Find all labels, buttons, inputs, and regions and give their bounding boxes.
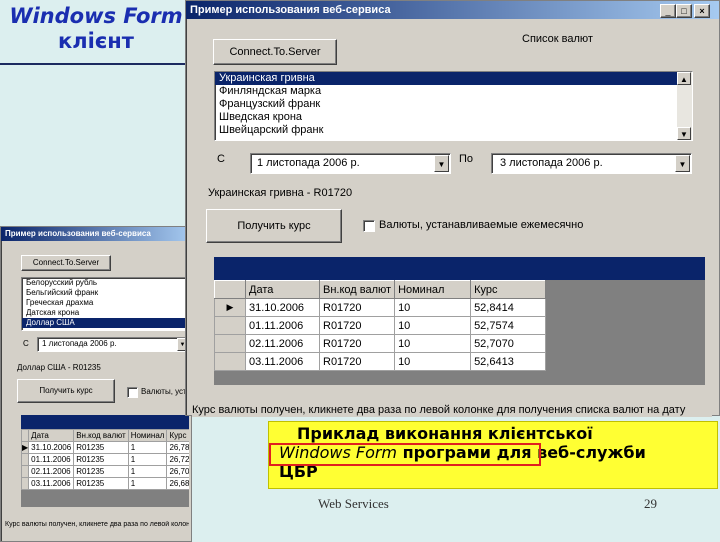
table-row[interactable]: 02.11.2006 R01720 10 52,7070 (214, 334, 547, 353)
list-item[interactable]: Белорусский рубль (22, 278, 190, 288)
back-grid-caption-bar (21, 415, 189, 429)
list-item[interactable]: Бельгийский франк (22, 288, 190, 298)
slide-title-line1: Windows Form (9, 4, 183, 28)
slide-page-number: 29 (644, 496, 657, 511)
slide-title-line2: клієнт (58, 29, 134, 53)
list-item[interactable]: Шведская крона (215, 111, 692, 124)
chevron-down-icon[interactable]: ▼ (675, 155, 690, 172)
get-rate-button[interactable]: Получить курс (206, 209, 342, 243)
monthly-currencies-label: Валюты, устанавливаемые ежемесячно (379, 219, 584, 231)
main-window-titlebar: Пример использования веб-сервиса (186, 1, 719, 19)
table-row[interactable]: 01.11.2006 R01235 1 26,7285 (21, 453, 189, 466)
title-divider (0, 63, 190, 65)
maximize-icon[interactable]: □ (676, 4, 692, 18)
back-connect-button[interactable]: Connect.To.Server (21, 255, 111, 271)
to-date-picker[interactable]: 3 листопада 2006 р. ▼ (491, 153, 692, 174)
caption-highlight-box (269, 443, 541, 466)
table-row[interactable]: ▶ 31.10.2006 R01720 10 52,8414 (214, 298, 547, 317)
chevron-down-icon[interactable]: ▼ (434, 155, 449, 172)
list-item[interactable]: Финляндская марка (215, 85, 692, 98)
main-window-title: Пример использования веб-сервиса (190, 4, 391, 16)
scroll-down-icon[interactable]: ▼ (677, 127, 691, 140)
column-header-code[interactable]: Вн.код валют (318, 280, 396, 299)
column-header-nominal[interactable]: Номинал (394, 280, 472, 299)
back-selected-info: Доллар США - R01235 (17, 363, 101, 372)
row-pointer-icon[interactable]: ▶ (21, 441, 30, 454)
scroll-up-icon[interactable]: ▲ (677, 72, 691, 85)
connect-to-server-button[interactable]: Connect.To.Server (213, 39, 337, 65)
column-header-date[interactable]: Дата (245, 280, 320, 299)
table-row[interactable]: ▶ 31.10.2006 R01235 1 26,7811 (21, 441, 189, 454)
grid-caption-bar (214, 257, 705, 280)
currency-list[interactable]: Украинская гривна Финляндская марка Фран… (214, 71, 693, 141)
list-item-selected[interactable]: Доллар США (22, 318, 190, 328)
column-header[interactable]: Вн.код валют (73, 429, 129, 442)
list-item[interactable]: Швейцарский франк (215, 124, 692, 137)
table-row[interactable]: 01.11.2006 R01720 10 52,7574 (214, 316, 547, 335)
column-header[interactable]: Курс (166, 429, 189, 442)
currency-list-scrollbar[interactable]: ▲ ▼ (677, 72, 692, 140)
back-monthly-checkbox-label: Валюты, уста (141, 387, 192, 396)
table-row[interactable]: 03.11.2006 R01235 1 26,6815 (21, 477, 189, 490)
back-currency-list[interactable]: Белорусский рубль Бельгийский франк Греч… (21, 277, 191, 331)
slide-title: Windows Form клієнт (6, 4, 186, 54)
column-header-rate[interactable]: Курс (470, 280, 547, 299)
main-app-window: Пример использования веб-сервиса _ □ × C… (185, 0, 720, 417)
back-window-title: Пример использования веб-сервиса (5, 229, 151, 238)
from-date-picker[interactable]: 1 листопада 2006 р. ▼ (250, 153, 451, 174)
column-header[interactable]: Номинал (127, 429, 168, 442)
back-from-label: С (23, 339, 29, 348)
row-pointer-icon[interactable]: ▶ (214, 298, 246, 317)
status-bar: Курс валюты получен, кликнете два раза п… (192, 403, 712, 417)
back-rates-grid: Дата Вн.код валют Номинал Курс ▶ 31.10.2… (21, 415, 189, 507)
monthly-currencies-checkbox[interactable] (363, 220, 375, 232)
slide-caption-box: Приклад виконання клієнтської Windows Fo… (268, 421, 718, 489)
back-rates-table: Дата Вн.код валют Номинал Курс ▶ 31.10.2… (21, 429, 189, 490)
close-icon[interactable]: × (694, 4, 710, 18)
list-item-selected[interactable]: Украинская гривна (215, 72, 692, 85)
currency-list-label: Список валют (522, 33, 593, 45)
list-item[interactable]: Датская крона (22, 308, 190, 318)
from-date-value: 1 листопада 2006 р. (257, 157, 360, 169)
from-label: С (217, 153, 225, 165)
back-monthly-checkbox[interactable] (127, 387, 138, 398)
rates-grid: Дата Вн.код валют Номинал Курс ▶ 31.10.2… (214, 257, 705, 385)
list-item[interactable]: Французский франк (215, 98, 692, 111)
back-app-window: Пример использования веб-сервиса Connect… (0, 226, 192, 542)
to-label: По (459, 153, 474, 165)
slide-footer-center: Web Services (318, 496, 389, 511)
table-row[interactable]: 02.11.2006 R01235 1 26,7070 (21, 465, 189, 478)
table-row[interactable]: 03.11.2006 R01720 10 52,6413 (214, 352, 547, 371)
selected-currency-info: Украинская гривна - R01720 (208, 187, 353, 199)
list-item[interactable]: Греческая драхма (22, 298, 190, 308)
minimize-icon[interactable]: _ (660, 4, 676, 18)
column-header[interactable]: Дата (28, 429, 75, 442)
caption-line1: Приклад виконання клієнтської (297, 424, 593, 443)
back-from-date-value: 1 листопада 2006 р. (42, 339, 117, 348)
to-date-value: 3 листопада 2006 р. (500, 157, 603, 169)
back-from-date-picker[interactable]: 1 листопада 2006 р. ▼ (37, 337, 189, 352)
rates-table: Дата Вн.код валют Номинал Курс ▶ 31.10.2… (214, 280, 547, 371)
back-get-rate-button[interactable]: Получить курс (17, 379, 115, 403)
back-window-titlebar: Пример использования веб-сервиса (1, 227, 191, 241)
back-status-bar: Курс валюты получен, кликнете два раза п… (5, 521, 189, 528)
